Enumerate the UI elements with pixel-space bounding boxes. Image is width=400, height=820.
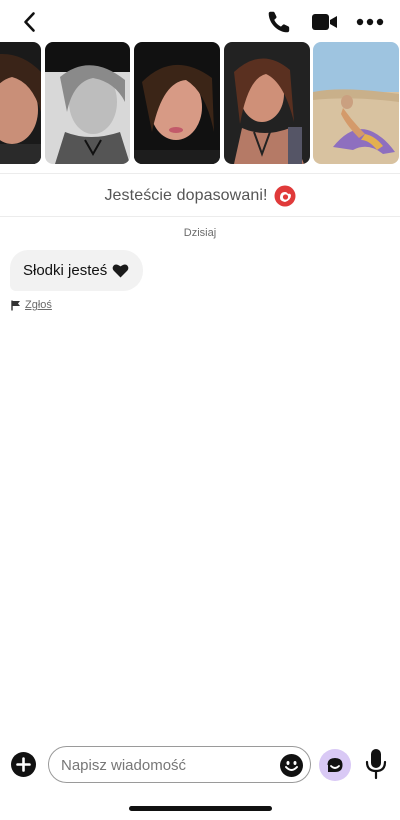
photo-4-image bbox=[224, 42, 310, 164]
home-indicator bbox=[129, 806, 272, 811]
message-text: Słodki jesteś bbox=[23, 262, 108, 279]
match-divider bbox=[0, 216, 400, 217]
message-input-box[interactable] bbox=[48, 746, 311, 783]
match-text: Jesteście dopasowani! bbox=[104, 187, 268, 204]
call-button[interactable] bbox=[266, 9, 292, 35]
assistant-button[interactable] bbox=[319, 749, 351, 781]
emoji-button[interactable] bbox=[280, 754, 303, 777]
top-divider bbox=[0, 173, 400, 174]
message-composer bbox=[0, 742, 400, 788]
photo-3-image bbox=[134, 42, 220, 164]
photo-1-image bbox=[0, 42, 41, 164]
match-badge-icon bbox=[274, 185, 296, 207]
message-bubble[interactable]: Słodki jesteś bbox=[10, 250, 144, 291]
phone-icon bbox=[268, 11, 290, 33]
smiley-icon bbox=[280, 754, 303, 777]
profile-photo-1[interactable] bbox=[0, 42, 41, 164]
match-banner: Jesteście dopasowani! bbox=[0, 180, 400, 212]
assistant-icon bbox=[319, 749, 351, 781]
more-dots-icon bbox=[356, 18, 384, 26]
profile-photo-5[interactable] bbox=[313, 42, 399, 164]
chevron-left-icon bbox=[24, 12, 35, 32]
profile-photo-4[interactable] bbox=[224, 42, 310, 164]
date-label: Dzisiaj bbox=[183, 227, 217, 239]
photo-2-image bbox=[45, 42, 130, 164]
more-options-button[interactable] bbox=[356, 12, 384, 32]
video-camera-icon bbox=[312, 14, 337, 30]
black-heart-icon bbox=[112, 264, 129, 278]
add-attachment-button[interactable] bbox=[11, 752, 36, 777]
video-call-button[interactable] bbox=[311, 11, 339, 33]
top-bar bbox=[0, 0, 400, 42]
message-input[interactable] bbox=[61, 753, 271, 777]
microphone-icon bbox=[365, 749, 387, 780]
report-link[interactable]: Zgłoś bbox=[11, 298, 52, 312]
flag-icon bbox=[11, 300, 20, 310]
report-label: Zgłoś bbox=[25, 299, 52, 311]
plus-circle-icon bbox=[11, 752, 36, 777]
photo-5-image bbox=[313, 42, 399, 164]
back-button[interactable] bbox=[18, 10, 42, 34]
profile-photo-2[interactable] bbox=[45, 42, 130, 164]
voice-message-button[interactable] bbox=[365, 748, 387, 780]
profile-photo-strip[interactable] bbox=[0, 42, 400, 164]
profile-photo-3[interactable] bbox=[134, 42, 220, 164]
